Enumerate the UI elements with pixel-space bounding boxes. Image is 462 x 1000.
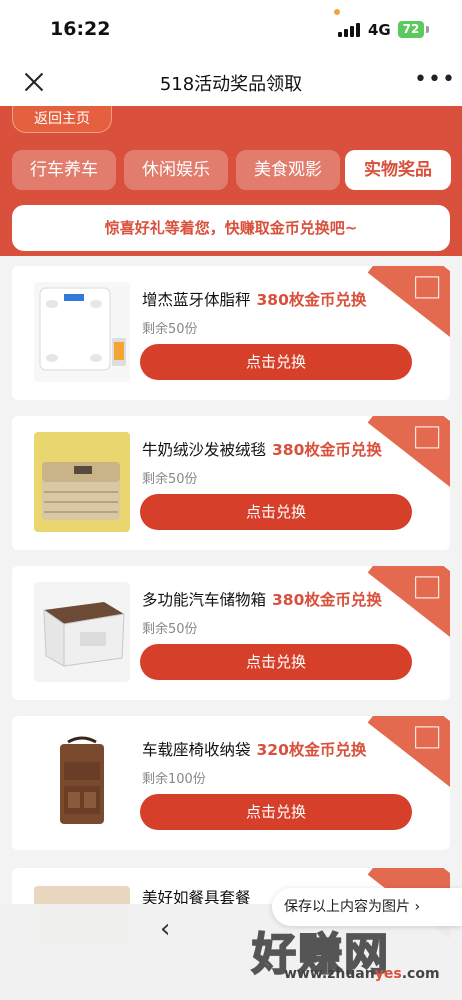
network-type: 4G xyxy=(368,21,391,39)
page-title: 518活动奖品领取 xyxy=(159,74,303,95)
prize-name: 增杰蓝牙体脂秤 xyxy=(142,291,251,309)
back-arrow-icon[interactable]: ‹ xyxy=(160,914,170,944)
prize-name: 多功能汽车储物箱 xyxy=(142,591,267,609)
stamp-icon xyxy=(415,426,440,449)
prize-image-seat-organizer xyxy=(34,732,130,832)
prize-name: 车载座椅收纳袋 xyxy=(142,741,251,759)
prize-cost: 380枚金币兑换 xyxy=(272,591,382,609)
prize-stock: 剩余50份 xyxy=(142,622,198,637)
prize-title: 牛奶绒沙发被绒毯 380枚金币兑换 xyxy=(142,438,382,460)
prize-cost: 380枚金币兑换 xyxy=(256,291,367,309)
prize-title: 增杰蓝牙体脂秤 380枚金币兑换 xyxy=(142,288,366,310)
status-bar: 16:22 4G 72 xyxy=(0,0,462,58)
redeem-button[interactable]: 点击兑换 xyxy=(140,494,412,530)
prize-image-storage-box xyxy=(34,582,130,682)
prize-image-blanket xyxy=(34,432,130,532)
prize-name: 牛奶绒沙发被绒毯 xyxy=(142,441,267,459)
category-tabs: 行车养车 休闲娱乐 美食观影 实物奖品 xyxy=(12,150,452,192)
prize-title: 多功能汽车储物箱 380枚金币兑换 xyxy=(142,588,382,610)
prize-cost: 320枚金币兑换 xyxy=(256,741,367,759)
prize-image-scale xyxy=(34,282,130,382)
stamp-icon xyxy=(415,576,440,599)
redeem-button[interactable]: 点击兑换 xyxy=(140,344,412,380)
tab-driving[interactable]: 行车养车 xyxy=(12,150,116,190)
stamp-icon xyxy=(415,726,440,749)
promo-banner: 惊喜好礼等着您，快赚取金币兑换吧~ xyxy=(12,205,450,251)
prize-card: 车载座椅收纳袋 320枚金币兑换 剩余100份 点击兑换 xyxy=(12,716,450,850)
privacy-indicator-dot xyxy=(334,9,340,15)
watermark-url-c: .com xyxy=(401,966,440,982)
watermark-url-a: www.zhuan xyxy=(284,966,375,982)
tab-leisure[interactable]: 休闲娱乐 xyxy=(124,150,228,190)
watermark-url-b: yes xyxy=(374,966,402,982)
corner-ribbon xyxy=(367,716,450,791)
signal-icon xyxy=(338,23,362,37)
prize-stock: 剩余50份 xyxy=(142,322,198,337)
prize-cost: 380枚金币兑换 xyxy=(272,441,382,459)
tab-physical-prizes[interactable]: 实物奖品 xyxy=(345,150,451,190)
status-time: 16:22 xyxy=(50,18,111,40)
prize-card: 增杰蓝牙体脂秤 380枚金币兑换 剩余50份 点击兑换 xyxy=(12,266,450,400)
prize-card: 牛奶绒沙发被绒毯 380枚金币兑换 剩余50份 点击兑换 xyxy=(12,416,450,550)
navigation-bar: 518活动奖品领取 ••• xyxy=(0,58,462,106)
more-icon[interactable]: ••• xyxy=(414,68,456,92)
tab-food-movie[interactable]: 美食观影 xyxy=(236,150,340,190)
prize-card: 多功能汽车储物箱 380枚金币兑换 剩余50份 点击兑换 xyxy=(12,566,450,700)
battery-tip xyxy=(426,26,429,33)
battery-icon: 72 xyxy=(398,21,424,38)
redeem-button[interactable]: 点击兑换 xyxy=(140,794,412,830)
prize-title: 车载座椅收纳袋 320枚金币兑换 xyxy=(142,738,366,760)
back-home-button[interactable]: 返回主页 xyxy=(12,106,112,133)
watermark-url: www.zhuanyes.com xyxy=(284,966,440,982)
corner-ribbon xyxy=(367,266,450,341)
prize-stock: 剩余50份 xyxy=(142,472,198,487)
stamp-icon xyxy=(415,276,440,299)
prize-stock: 剩余100份 xyxy=(142,772,206,787)
redeem-button[interactable]: 点击兑换 xyxy=(140,644,412,680)
